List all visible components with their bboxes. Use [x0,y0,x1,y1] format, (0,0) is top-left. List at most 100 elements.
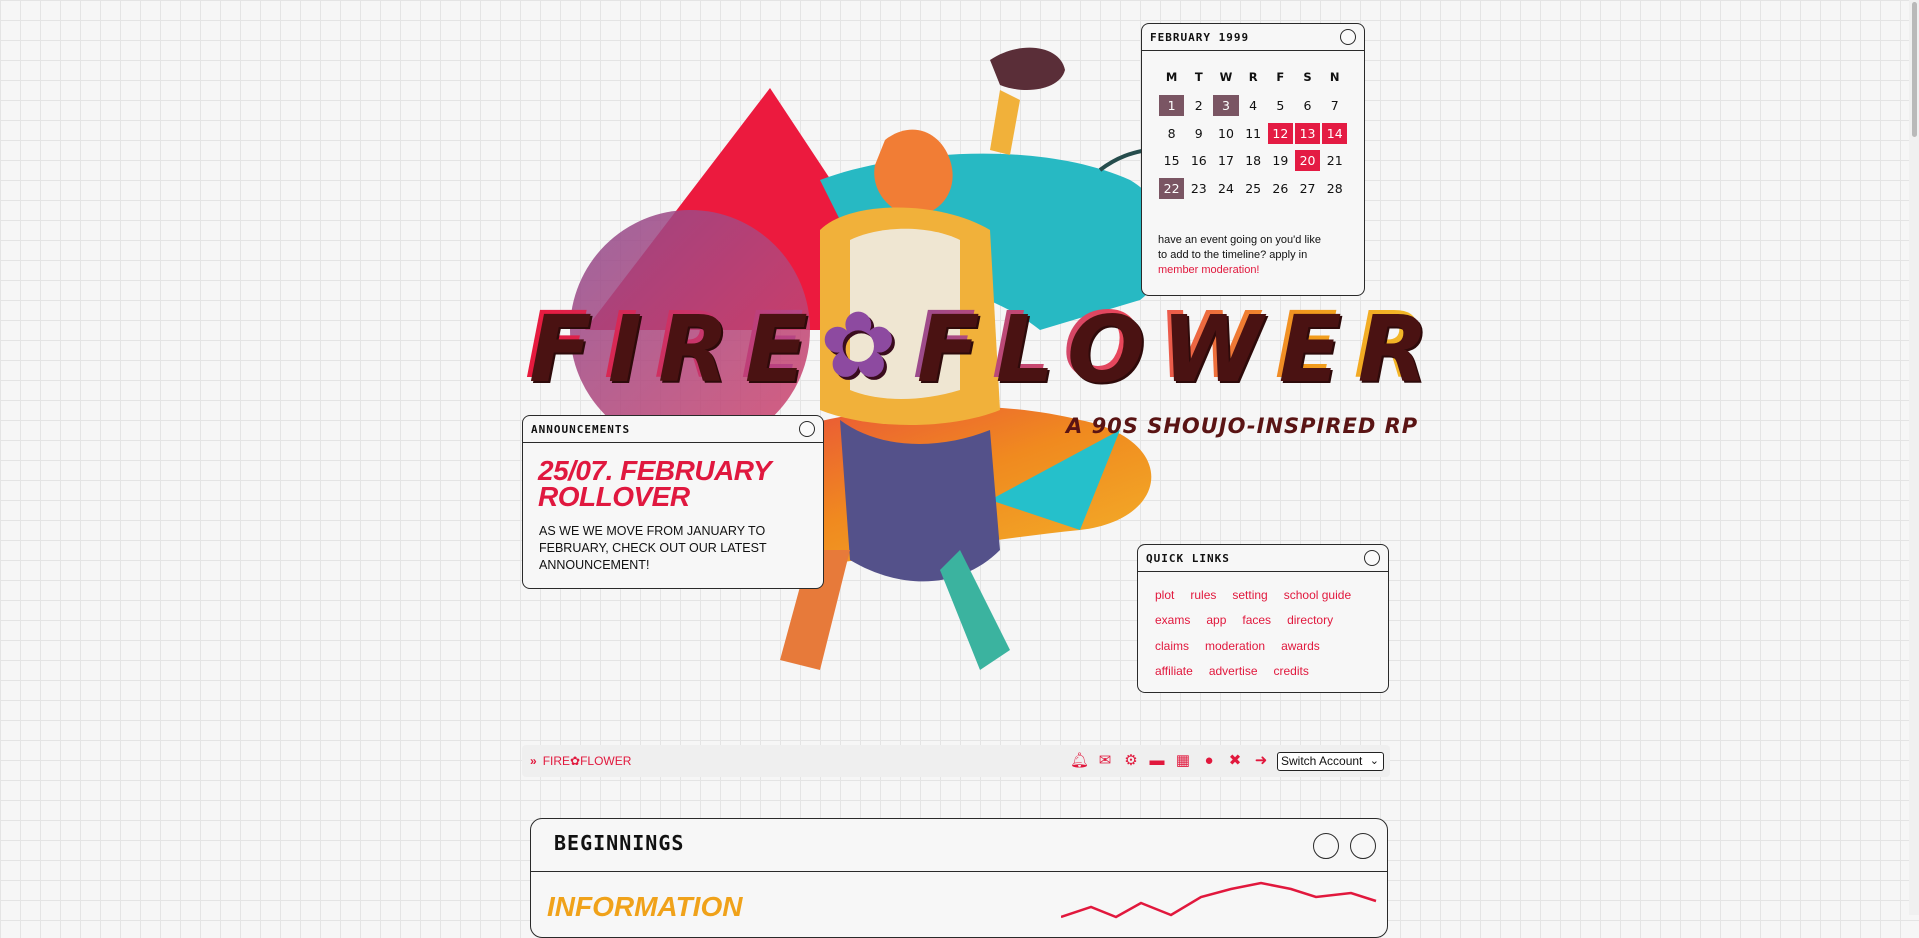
calendar-note-text: have an event going on you'd like to add… [1158,234,1321,261]
flower-icon: ✿ [819,292,913,399]
announcement-body: AS WE WE MOVE FROM JANUARY TO FEBRUARY, … [539,524,767,572]
bell-icon[interactable]: 🔔︎ [1070,753,1089,769]
calendar-day[interactable]: 7 [1322,95,1347,116]
announcements-title: ANNOUNCEMENTS [531,422,631,436]
gear-icon[interactable]: ⚙ [1122,753,1140,769]
category-title: BEGINNINGS [554,831,685,855]
calendar-day[interactable]: 9 [1186,123,1211,144]
calendar-day-header: M [1165,70,1178,84]
calendar-day[interactable]: 3 [1213,94,1239,116]
announcements-toggle-button[interactable] [799,421,815,437]
calendar-toggle-button[interactable] [1340,29,1356,45]
quick-links-header: QUICK LINKS [1138,545,1388,572]
calendar-day[interactable]: 17 [1213,150,1238,171]
announcements-header: ANNOUNCEMENTS [523,416,823,443]
category-collapse-button[interactable] [1313,833,1339,859]
site-logo: FIRE✿FLOWER [525,300,1440,392]
calendar-day[interactable]: 1 [1159,94,1185,116]
calendar-day[interactable]: 28 [1322,178,1347,199]
forum-category-beginnings: BEGINNINGS INFORMATION [530,818,1388,938]
switch-account-select[interactable]: Switch Account ⌄ [1277,752,1384,771]
calendar-day-header: W [1219,70,1233,84]
information-heading: INFORMATION [547,891,743,922]
calendar-day[interactable]: 25 [1241,178,1266,199]
quick-links-list: plot rules setting school guide exams app face… [1155,582,1351,684]
quick-link-advertise[interactable]: advertise [1209,664,1258,678]
calendar-day[interactable]: 6 [1295,95,1320,116]
quick-links-row: claims moderation awards [1155,633,1351,659]
announcements-widget: ANNOUNCEMENTS 25/07. FEBRUARY ROLLOVER A… [522,415,824,589]
quick-link-credits[interactable]: credits [1274,664,1309,678]
tools-icon[interactable]: ✖ [1226,753,1244,769]
calendar-day[interactable]: 14 [1322,122,1348,144]
user-icon[interactable]: ● [1200,753,1218,769]
calendar-note: have an event going on you'd like to add… [1158,233,1328,278]
calendar-title: FEBRUARY 1999 [1150,30,1250,44]
quick-link-plot[interactable]: plot [1155,588,1174,602]
calendar-day-header: S [1303,70,1312,84]
calendar-icon[interactable]: ▦ [1174,753,1192,769]
logo-flower: FLOWER [912,292,1441,399]
calendar-day[interactable]: 8 [1159,123,1184,144]
quick-link-app[interactable]: app [1206,613,1226,627]
calendar-day[interactable]: 22 [1159,178,1185,200]
quick-link-affiliate[interactable]: affiliate [1155,664,1193,678]
calendar-day-header: T [1194,70,1203,84]
quick-link-awards[interactable]: awards [1281,639,1320,653]
quick-links-row: plot rules setting school guide [1155,582,1351,608]
calendar-day[interactable]: 19 [1268,150,1293,171]
user-toolbar: 🔔︎ ✉ ⚙ ▬ ▦ ● ✖ ➜ [1070,753,1270,769]
member-moderation-link[interactable]: member moderation! [1158,264,1260,276]
envelope-icon[interactable]: ✉ [1096,753,1114,769]
calendar-day[interactable]: 5 [1268,95,1293,116]
quick-link-school-guide[interactable]: school guide [1284,588,1351,602]
logo-fire: FIRE [525,292,820,399]
calendar-header: FEBRUARY 1999 [1142,24,1364,51]
breadcrumb-home-link[interactable]: FIRE✿FLOWER [543,754,632,768]
quick-link-exams[interactable]: exams [1155,613,1190,627]
category-header: BEGINNINGS [531,819,1387,872]
quick-links-row: affiliate advertise credits [1155,659,1351,685]
calendar-day[interactable]: 12 [1267,122,1293,144]
calendar-day[interactable]: 18 [1241,150,1266,171]
quick-link-faces[interactable]: faces [1242,613,1271,627]
calendar-day[interactable]: 4 [1241,95,1266,116]
category-menu-button[interactable] [1350,833,1376,859]
scrollbar-thumb[interactable] [1912,2,1917,137]
calendar-day[interactable]: 21 [1322,150,1347,171]
chevron-down-icon: ⌄ [1369,755,1379,767]
breadcrumb-marker: » [530,754,537,768]
calendar-widget: FEBRUARY 1999 M T W R F S N 1 2 3 4 5 6 7 8 9 10 11 12 13 14… [1141,23,1365,296]
calendar-day-header: F [1276,70,1285,84]
quick-links-toggle-button[interactable] [1364,550,1380,566]
calendar-day-header: R [1248,70,1258,84]
calendar-day[interactable]: 15 [1159,150,1184,171]
calendar-day[interactable]: 26 [1268,178,1293,199]
quick-links-widget: QUICK LINKS plot rules setting school guide… [1137,544,1389,693]
quick-link-moderation[interactable]: moderation [1205,639,1265,653]
card-icon[interactable]: ▬ [1148,753,1166,769]
decorative-wave [1061,881,1377,919]
calendar-day[interactable]: 10 [1213,123,1238,144]
calendar-day[interactable]: 2 [1186,95,1211,116]
breadcrumb: » FIRE✿FLOWER [530,754,631,768]
calendar-grid: M T W R F S N 1 2 3 4 5 6 7 8 9 10 11 12 13 14 15 16 17 18 19 20 21… [1158,64,1348,203]
calendar-day[interactable]: 16 [1186,150,1211,171]
site-tagline: A 90S SHOUJO-INSPIRED RP [1066,414,1419,438]
announcement-heading[interactable]: 25/07. FEBRUARY ROLLOVER [538,457,818,511]
quick-link-rules[interactable]: rules [1190,588,1216,602]
calendar-day[interactable]: 11 [1241,123,1266,144]
quick-link-claims[interactable]: claims [1155,639,1189,653]
quick-link-setting[interactable]: setting [1232,588,1267,602]
quick-links-row: exams app faces directory [1155,608,1351,634]
quick-links-title: QUICK LINKS [1146,551,1230,565]
calendar-day[interactable]: 27 [1295,178,1320,199]
switch-account-label: Switch Account [1281,754,1363,768]
calendar-day[interactable]: 20 [1294,150,1321,172]
logout-icon[interactable]: ➜ [1252,753,1270,769]
page-scrollbar[interactable] [1909,0,1919,915]
calendar-day[interactable]: 13 [1294,122,1321,144]
quick-link-directory[interactable]: directory [1287,613,1333,627]
calendar-day[interactable]: 23 [1186,178,1211,199]
calendar-day[interactable]: 24 [1213,178,1238,199]
